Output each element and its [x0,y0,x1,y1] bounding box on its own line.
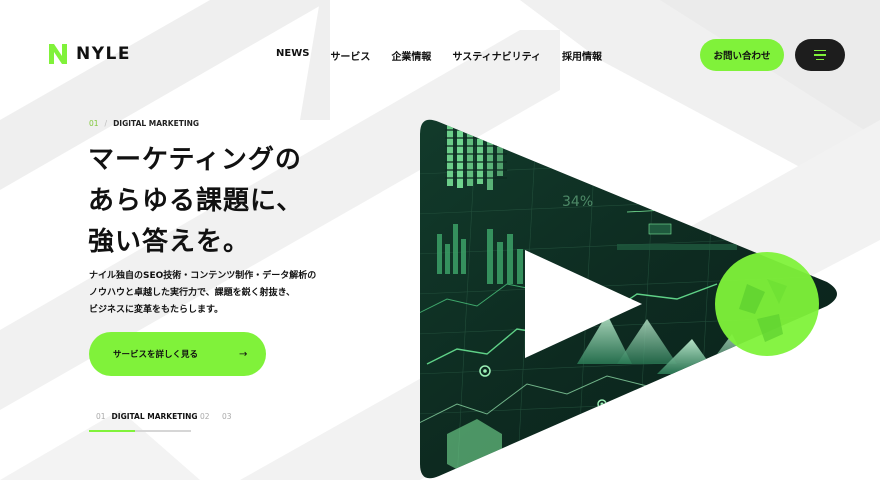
headline-line: 強い答えを。 [88,227,251,257]
hero-visual: 36% 34% [420,119,837,479]
slide-tab-2[interactable]: 02 [200,412,216,421]
breadcrumb-number: 01 [89,119,99,128]
description-line: ビジネスに変革をもたらします。 [89,305,224,315]
nyle-logo-mark-icon [49,44,67,64]
hamburger-line [816,58,824,61]
breadcrumb-separator: / [104,119,108,128]
logo-text: NYLE [76,44,131,64]
hero-description: ナイル独自のSEO技術・コンテンツ制作・データ解析の ノウハウと卓越した実行力で… [89,268,316,319]
chart-text-34: 34% [562,194,593,210]
hamburger-line [814,54,826,56]
slide-tab-3[interactable]: 03 [222,412,238,421]
nav-item-company[interactable]: 企業情報 [391,48,431,63]
page: NYLE NEWS サービス 企業情報 サスティナビリティ 採用情報 お問い合わ… [0,0,880,480]
logo[interactable]: NYLE [48,43,131,65]
slide-tab-label: DIGITAL MARKETING [111,412,198,421]
description-line: ナイル独自のSEO技術・コンテンツ制作・データ解析の [89,271,317,281]
hamburger-icon [814,49,826,52]
chart-text-36: 36% [557,151,593,170]
green-circle-accent [715,252,819,356]
services-cta-button[interactable]: サービスを詳しく見る → [89,332,266,376]
slide-tab-number: 01 [96,412,106,421]
cta-label: サービスを詳しく見る [113,350,199,360]
nav-item-news[interactable]: NEWS [276,48,309,63]
nav-item-sustainability[interactable]: サスティナビリティ [452,48,541,63]
hero-headline: マーケティングの あらゆる課題に、 強い答えを。 [88,140,303,263]
slide-tab-number: 02 [200,412,210,421]
nav-item-recruit[interactable]: 採用情報 [562,48,602,63]
slide-tab-number: 03 [222,412,232,421]
slide-tab-1[interactable]: 01 DIGITAL MARKETING [96,412,198,421]
slide-progress-fill [89,430,135,432]
breadcrumb-label: DIGITAL MARKETING [113,119,200,128]
menu-button[interactable] [795,39,845,71]
site-header: NYLE NEWS サービス 企業情報 サスティナビリティ 採用情報 お問い合わ… [0,0,880,110]
arrow-right-icon: → [239,348,248,360]
contact-button[interactable]: お問い合わせ [700,39,784,71]
headline-line: マーケティングの [88,145,302,175]
description-line: ノウハウと卓越した実行力で、課題を鋭く射抜き、 [89,288,296,298]
nav-item-services[interactable]: サービス [330,48,370,63]
headline-line: あらゆる課題に、 [88,186,304,216]
main-nav: NEWS サービス 企業情報 サスティナビリティ 採用情報 [276,48,623,63]
slide-tabs: 01 DIGITAL MARKETING 02 03 [89,412,259,432]
breadcrumb: 01 / DIGITAL MARKETING [89,119,199,128]
